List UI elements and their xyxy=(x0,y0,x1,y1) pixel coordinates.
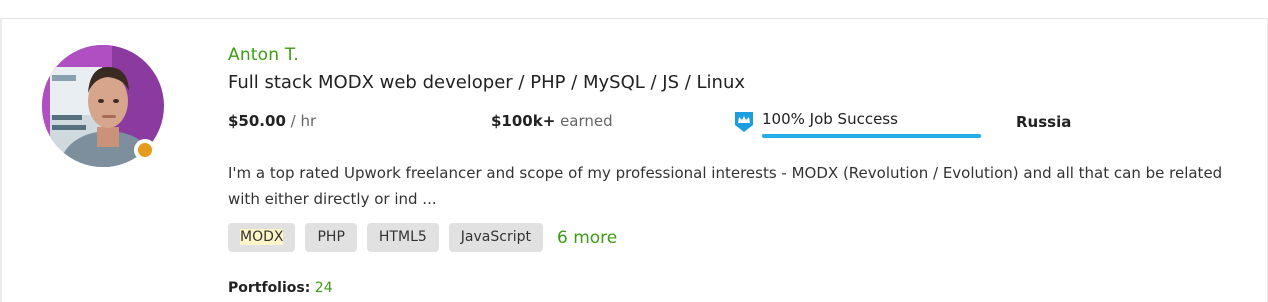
hourly-rate: $50.00 / hr xyxy=(228,112,316,130)
skill-tag[interactable]: HTML5 xyxy=(366,223,439,252)
earned-value: $100k+ xyxy=(491,112,556,130)
skill-tag[interactable]: MODX xyxy=(228,223,296,252)
portfolios-count[interactable]: 24 xyxy=(315,280,333,296)
job-success-label: 100% Job Success xyxy=(762,110,898,128)
freelancer-title: Full stack MODX web developer / PHP / My… xyxy=(228,72,746,93)
earned-label: earned xyxy=(560,112,613,130)
portfolios-label: Portfolios: xyxy=(228,280,311,296)
skill-tag[interactable]: JavaScript xyxy=(448,223,543,252)
job-success-badge-icon xyxy=(735,112,753,132)
portfolios: Portfolios: 24 xyxy=(228,280,333,296)
freelancer-name[interactable]: Anton T. xyxy=(228,45,299,65)
rate-value: $50.00 xyxy=(228,112,286,130)
availability-status-dot xyxy=(134,139,156,161)
country: Russia xyxy=(1016,113,1072,131)
more-skills-link[interactable]: 6 more xyxy=(557,228,617,248)
stats-row: $50.00 / hr $100k+ earned 100% Job Succe… xyxy=(0,110,1268,142)
divider xyxy=(0,18,1268,19)
job-success-bar xyxy=(762,134,981,138)
skill-tag[interactable]: PHP xyxy=(305,223,357,252)
total-earned: $100k+ earned xyxy=(491,112,613,130)
card-border xyxy=(0,18,2,302)
profile-description: I'm a top rated Upwork freelancer and sc… xyxy=(228,164,1223,208)
rate-unit: / hr xyxy=(290,112,317,130)
skills-list: MODX PHP HTML5 JavaScript 6 more xyxy=(228,223,617,253)
freelancer-card[interactable]: Anton T. Full stack MODX web developer /… xyxy=(0,0,1268,302)
job-success-bar-fill xyxy=(762,134,981,138)
